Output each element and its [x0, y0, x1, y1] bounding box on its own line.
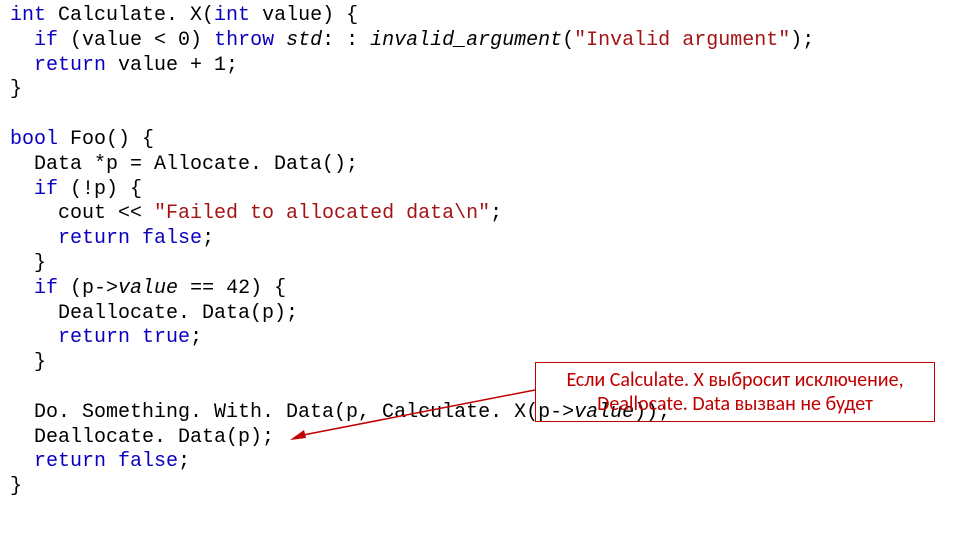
kw-return: return: [58, 227, 130, 250]
kw-bool: bool: [10, 128, 58, 151]
kw-int: int: [10, 4, 46, 27]
type-invalid-argument: invalid_argument: [370, 29, 562, 52]
annotation-box: Если Calculate. X выбросит исключение, D…: [535, 362, 935, 422]
annotation-line1: Если Calculate. X выбросит исключение,: [566, 368, 903, 392]
ns-std: std: [286, 29, 322, 52]
string-literal: "Failed to allocated data\n": [154, 202, 490, 225]
annotation-arrow-icon: [290, 380, 540, 460]
kw-int: int: [214, 4, 250, 27]
kw-return: return: [58, 326, 130, 349]
field-value: value: [118, 277, 178, 300]
kw-true: true: [142, 326, 190, 349]
string-literal: "Invalid argument": [574, 29, 790, 52]
kw-if: if: [34, 178, 58, 201]
kw-false: false: [142, 227, 202, 250]
kw-throw: throw: [214, 29, 274, 52]
annotation-line2: Deallocate. Data вызван не будет: [597, 392, 873, 416]
kw-if: if: [34, 29, 58, 52]
kw-return: return: [34, 54, 106, 77]
kw-if: if: [34, 277, 58, 300]
kw-false: false: [118, 450, 178, 473]
kw-return: return: [34, 450, 106, 473]
